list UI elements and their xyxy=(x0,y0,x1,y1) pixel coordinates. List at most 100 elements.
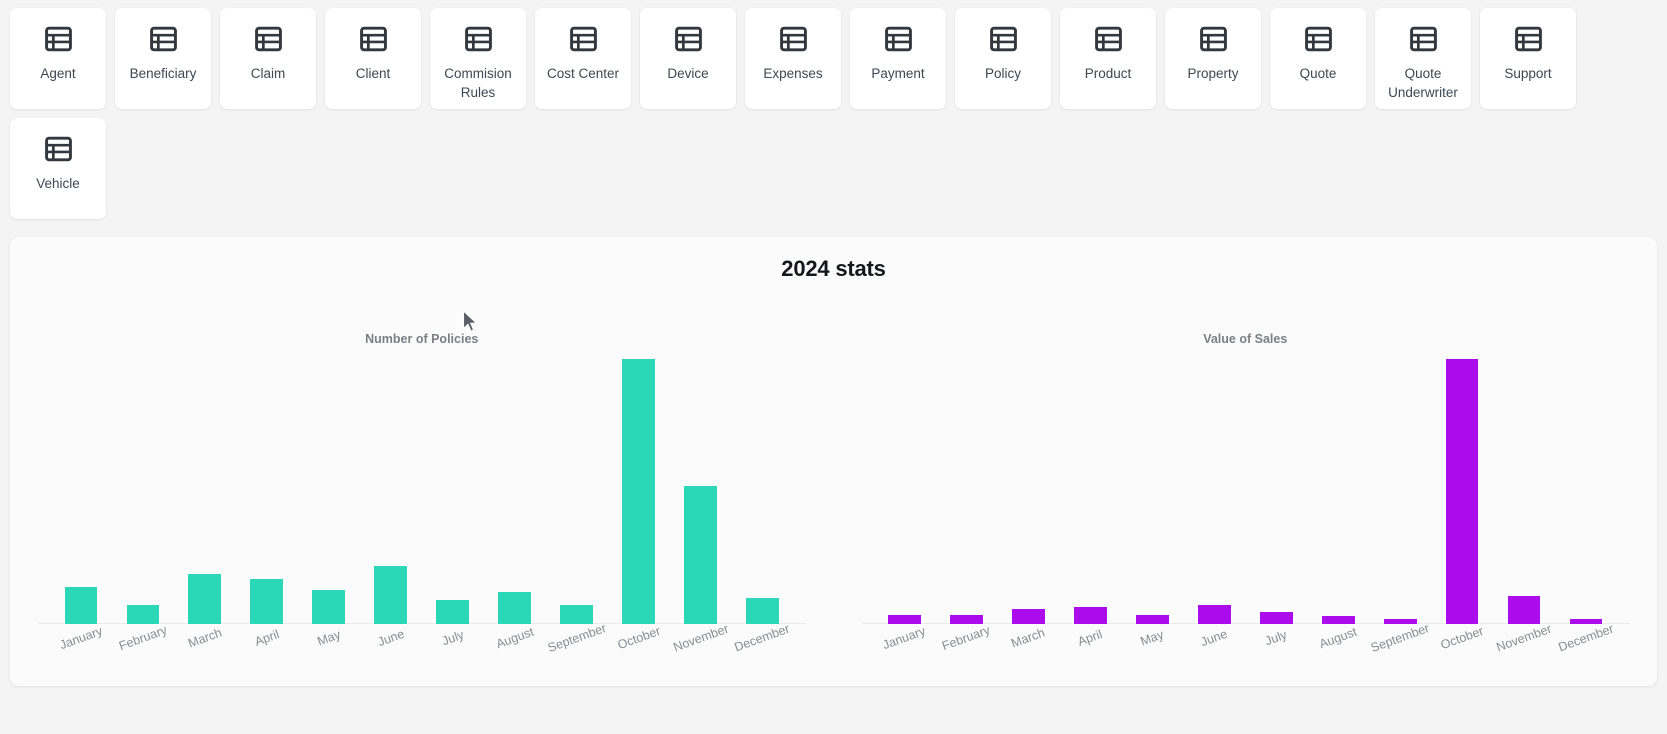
entity-tile-label: Claim xyxy=(250,66,286,81)
bar[interactable] xyxy=(436,600,470,624)
bar-slot xyxy=(670,359,732,624)
entity-tile-property[interactable]: Property xyxy=(1165,8,1261,109)
bar[interactable] xyxy=(1259,612,1293,624)
table-icon xyxy=(569,26,597,52)
entity-tile-support[interactable]: Support xyxy=(1480,8,1576,109)
page-title: 2024 stats xyxy=(781,256,886,281)
table-icon xyxy=(1409,26,1437,52)
entity-tile-cost-center[interactable]: Cost Center xyxy=(535,8,631,109)
entity-tile-label: Commision Rules xyxy=(444,66,512,100)
x-axis-tick-label: December xyxy=(1556,621,1616,655)
x-label-slot: March xyxy=(174,624,236,686)
entity-tile-payment[interactable]: Payment xyxy=(850,8,946,109)
x-axis-labels-policies: January February March April May June July Augu… xyxy=(50,621,794,686)
bar[interactable] xyxy=(188,573,222,624)
bar-slot xyxy=(1183,359,1245,624)
entity-tile-commision-rules[interactable]: Commision Rules xyxy=(430,8,526,109)
bar[interactable] xyxy=(64,586,98,624)
x-axis-tick-label: April xyxy=(252,627,281,649)
bar-slot xyxy=(1431,359,1493,624)
bar[interactable] xyxy=(746,597,779,624)
bar[interactable] xyxy=(1321,616,1355,624)
x-label-slot: April xyxy=(236,624,298,686)
entity-tile-product[interactable]: Product xyxy=(1060,8,1156,109)
x-axis-tick-label: March xyxy=(1009,625,1048,651)
x-axis-tick-label: March xyxy=(186,625,224,651)
bar-slot xyxy=(546,359,608,624)
x-label-slot: May xyxy=(1121,624,1183,686)
x-label-slot: December xyxy=(1555,621,1617,686)
entity-tile-label: Vehicle xyxy=(36,176,80,191)
bar-slot xyxy=(298,359,360,624)
entity-tile-expenses[interactable]: Expenses xyxy=(745,8,841,109)
entity-tile-device[interactable]: Device xyxy=(640,8,736,109)
entity-tile-label: Quote xyxy=(1299,66,1337,81)
bar-slot xyxy=(1059,359,1121,624)
bar[interactable] xyxy=(560,605,594,624)
table-icon xyxy=(44,136,72,162)
table-icon xyxy=(779,26,807,52)
entity-tile-beneficiary[interactable]: Beneficiary xyxy=(115,8,211,109)
table-icon xyxy=(989,26,1017,52)
x-label-slot: January xyxy=(874,624,936,686)
entity-tile-label: Expenses xyxy=(763,66,823,81)
bar[interactable] xyxy=(312,589,346,624)
bar[interactable] xyxy=(1507,596,1541,624)
bar[interactable] xyxy=(1011,609,1045,624)
bar-series-sales xyxy=(874,359,1618,624)
bar[interactable] xyxy=(950,614,983,624)
bar-slot xyxy=(1307,359,1369,624)
bar[interactable] xyxy=(888,614,921,624)
bar-slot xyxy=(608,359,670,624)
entity-tile-quote-underwriter[interactable]: Quote Underwriter xyxy=(1375,8,1471,109)
x-axis-tick-label: June xyxy=(375,626,406,650)
bar[interactable] xyxy=(498,592,532,624)
bar-slot xyxy=(731,359,793,624)
bar[interactable] xyxy=(374,565,408,624)
entity-tile-label: Policy xyxy=(984,66,1021,81)
bar[interactable] xyxy=(622,359,655,624)
bar-slot xyxy=(50,359,112,624)
x-label-slot: October xyxy=(608,624,670,686)
bar[interactable] xyxy=(1197,605,1231,624)
x-axis-tick-label: August xyxy=(493,624,536,652)
x-axis-tick-label: February xyxy=(940,622,993,654)
x-label-slot: March xyxy=(997,624,1059,686)
x-label-slot: October xyxy=(1431,624,1493,686)
x-axis-tick-label: February xyxy=(117,622,169,654)
table-icon xyxy=(149,26,177,52)
x-axis-tick-label: May xyxy=(1138,627,1166,649)
bar[interactable] xyxy=(126,605,160,624)
entity-tile-client[interactable]: Client xyxy=(325,8,421,109)
x-label-slot: January xyxy=(50,624,112,686)
bar[interactable] xyxy=(1073,606,1107,624)
x-axis-tick-label: September xyxy=(1368,620,1432,656)
entity-tile-claim[interactable]: Claim xyxy=(220,8,316,109)
x-label-slot: September xyxy=(1368,620,1432,686)
entity-tile-quote[interactable]: Quote xyxy=(1270,8,1366,109)
app-root: Agent Beneficiary Claim Client Commision Rul… xyxy=(0,0,1667,734)
table-icon xyxy=(464,26,492,52)
entity-tile-agent[interactable]: Agent xyxy=(10,8,106,109)
entity-tile-vehicle[interactable]: Vehicle xyxy=(10,118,106,219)
entity-tile-grid: Agent Beneficiary Claim Client Commision Rul… xyxy=(10,8,1660,219)
bar[interactable] xyxy=(1445,359,1479,624)
x-axis-tick-label: November xyxy=(671,621,730,655)
bar[interactable] xyxy=(684,486,717,624)
charts-row: Number of Policies January February March A… xyxy=(10,297,1657,686)
entity-tile-label: Cost Center xyxy=(546,66,620,81)
stats-card: 2024 stats Number of Policies January Feb… xyxy=(10,237,1657,686)
entity-tile-policy[interactable]: Policy xyxy=(955,8,1051,109)
plot-area-sales: January February March April May June July Augu… xyxy=(834,297,1658,686)
table-icon xyxy=(1514,26,1542,52)
entity-tile-label: Client xyxy=(355,66,391,81)
bar-slot xyxy=(112,359,174,624)
table-icon xyxy=(359,26,387,52)
table-icon xyxy=(884,26,912,52)
bar[interactable] xyxy=(1135,614,1169,624)
bar[interactable] xyxy=(250,578,284,624)
table-icon xyxy=(44,26,72,52)
entity-tile-label: Quote Underwriter xyxy=(1388,66,1458,100)
x-axis-tick-label: December xyxy=(732,621,792,655)
bar-slot xyxy=(935,359,997,624)
